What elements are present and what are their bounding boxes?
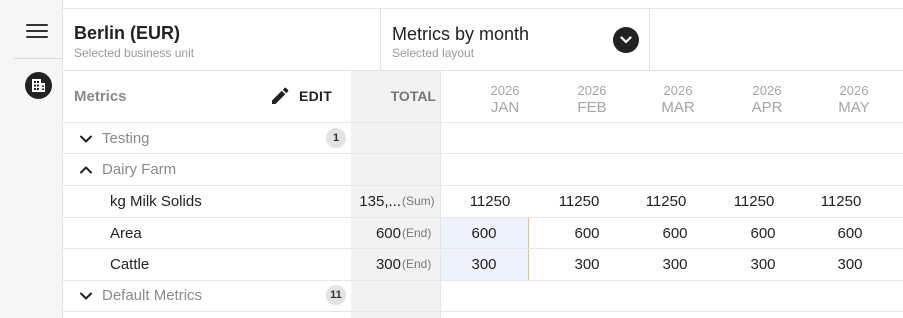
total-value: 300 [375, 256, 401, 273]
group-row-default-metrics[interactable]: Default Metrics [79, 287, 202, 304]
edit-label: EDIT [299, 88, 333, 104]
group-label: Dairy Farm [102, 161, 177, 178]
row-divider [63, 122, 903, 123]
month-year: 2026 [752, 83, 782, 98]
table-cell[interactable]: 600 [806, 225, 894, 242]
month-header-mar: 2026 MAR [634, 83, 722, 116]
aggregation-label: (End) [402, 257, 432, 271]
total-value: 135,... [359, 193, 401, 210]
month-year: 2026 [663, 83, 693, 98]
group-label: Testing [102, 130, 150, 147]
row-divider [63, 248, 903, 249]
business-unit-title: Berlin (EUR) [74, 23, 181, 43]
group-label: Default Metrics [102, 287, 203, 304]
month-name: JAN [490, 99, 520, 116]
edit-button[interactable]: EDIT [270, 83, 332, 109]
layout-subtitle: Selected layout [392, 46, 475, 60]
count-badge: 11 [326, 285, 346, 305]
table-cell[interactable]: 300 [543, 256, 631, 273]
column-divider [440, 71, 441, 318]
hamburger-menu-icon[interactable] [26, 24, 48, 42]
metric-label-area[interactable]: Area [110, 225, 142, 242]
table-cell[interactable]: 11250 [622, 193, 710, 210]
table-cell[interactable]: 300 [806, 256, 894, 273]
month-year: 2026 [839, 83, 869, 98]
layout-title: Metrics by month [392, 24, 530, 44]
count-badge: 1 [326, 128, 346, 148]
pencil-icon [272, 87, 289, 104]
month-name: APR [751, 99, 783, 116]
total-value: 600 [375, 225, 401, 242]
month-name: MAY [838, 99, 870, 116]
metric-label-kg-milk-solids[interactable]: kg Milk Solids [110, 193, 202, 210]
rail-divider [14, 58, 63, 59]
month-name: MAR [661, 99, 695, 116]
month-header-feb: 2026 FEB [548, 83, 636, 116]
layout-selector[interactable]: Metrics by month Selected layout [381, 8, 650, 71]
chevron-down-icon[interactable] [79, 289, 93, 303]
metrics-header: Metrics [74, 88, 127, 105]
month-year: 2026 [577, 83, 607, 98]
row-divider [63, 185, 903, 186]
business-unit-selector[interactable]: Berlin (EUR) Selected business unit [63, 8, 381, 71]
total-header: TOTAL [390, 88, 436, 104]
aggregation-label: (End) [402, 226, 432, 240]
chevron-down-icon[interactable] [613, 27, 639, 53]
month-name: FEB [577, 99, 607, 116]
business-unit-subtitle: Selected business unit [74, 46, 195, 60]
table-cell[interactable]: 11250 [797, 193, 885, 210]
metric-label-cattle[interactable]: Cattle [110, 256, 149, 273]
left-rail [0, 0, 63, 318]
table-cell[interactable]: 300 [631, 256, 719, 273]
table-cell[interactable]: 600 [440, 225, 528, 242]
table-cell[interactable]: 600 [543, 225, 631, 242]
group-row-dairy-farm[interactable]: Dairy Farm [79, 161, 176, 178]
table-cell[interactable]: 11250 [535, 193, 623, 210]
row-divider [63, 217, 903, 218]
building-icon[interactable] [25, 72, 52, 99]
chevron-up-icon[interactable] [79, 163, 93, 177]
metrics-grid: Metrics EDIT TOTAL 2026 JAN 2026 FEB 202… [63, 71, 903, 318]
aggregation-label: (Sum) [402, 194, 435, 208]
table-cell[interactable]: 600 [631, 225, 719, 242]
month-year: 2026 [490, 83, 520, 98]
header: Berlin (EUR) Selected business unit Metr… [63, 0, 903, 71]
month-header-jan: 2026 JAN [461, 83, 549, 116]
group-row-testing[interactable]: Testing [79, 130, 150, 147]
month-header-may: 2026 MAY [810, 83, 898, 116]
row-divider [63, 153, 903, 154]
table-cell[interactable]: 600 [719, 225, 807, 242]
chevron-down-icon[interactable] [79, 132, 93, 146]
month-header-apr: 2026 APR [723, 83, 811, 116]
row-divider [63, 311, 903, 312]
table-cell[interactable]: 300 [719, 256, 807, 273]
table-cell[interactable]: 11250 [446, 193, 534, 210]
row-divider [63, 280, 903, 281]
header-empty-area [650, 8, 903, 71]
table-cell[interactable]: 11250 [710, 193, 798, 210]
table-cell[interactable]: 300 [440, 256, 528, 273]
